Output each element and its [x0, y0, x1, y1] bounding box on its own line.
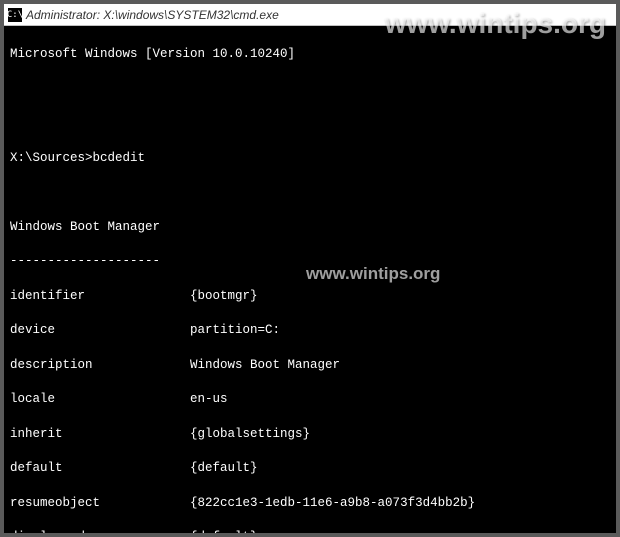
terminal-output: Microsoft Windows [Version 10.0.10240] X…: [4, 26, 616, 533]
bm-row-default: default {default}: [10, 460, 610, 477]
prompt-line-1: X:\Sources>bcdedit: [10, 150, 610, 167]
window-title: Administrator: X:\windows\SYSTEM32\cmd.e…: [26, 8, 279, 22]
section-divider: --------------------: [10, 253, 610, 270]
bm-row-device: device partition=C:: [10, 322, 610, 339]
boot-manager-header: Windows Boot Manager: [10, 219, 610, 236]
prompt-prefix: X:\Sources>: [10, 151, 93, 165]
title-bar: C:\ Administrator: X:\windows\SYSTEM32\c…: [4, 4, 616, 26]
bm-row-inherit: inherit {globalsettings}: [10, 426, 610, 443]
bm-row-identifier: identifier {bootmgr}: [10, 288, 610, 305]
bm-row-displayorder: displayorder {default}: [10, 529, 610, 533]
bm-row-locale: locale en-us: [10, 391, 610, 408]
bm-row-resumeobject: resumeobject {822cc1e3-1edb-11e6-a9b8-a0…: [10, 495, 610, 512]
cmd-icon: C:\: [8, 8, 22, 22]
cmd-window: C:\ Administrator: X:\windows\SYSTEM32\c…: [4, 4, 616, 533]
bm-row-description: description Windows Boot Manager: [10, 357, 610, 374]
version-line: Microsoft Windows [Version 10.0.10240]: [10, 46, 610, 63]
prompt-command: bcdedit: [93, 151, 146, 165]
